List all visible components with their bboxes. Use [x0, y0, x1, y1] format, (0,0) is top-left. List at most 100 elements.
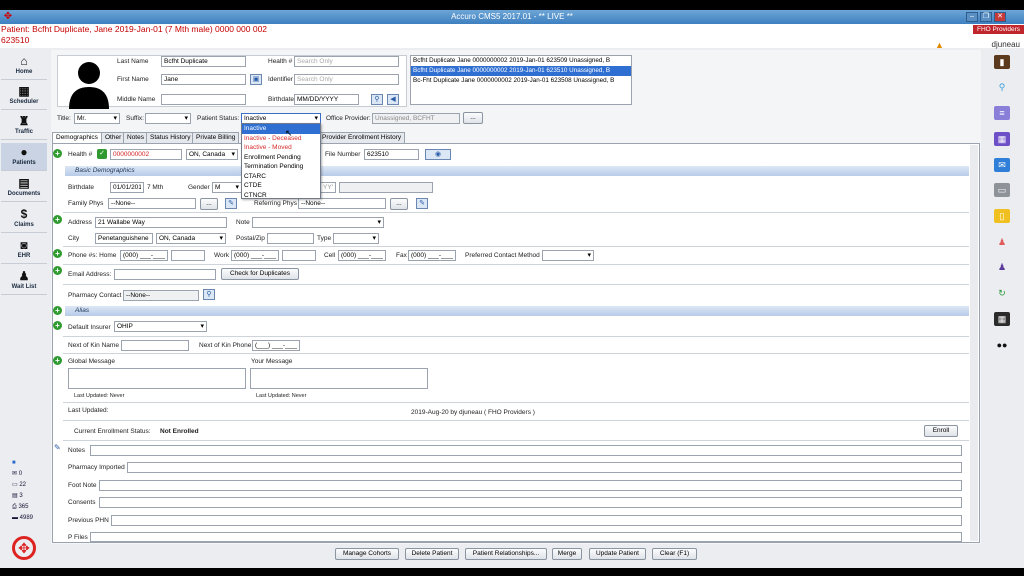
home-phone-input[interactable] [120, 250, 168, 261]
next-of-kin-phone-input[interactable] [252, 340, 300, 351]
health-province-select[interactable]: ON, Canada [186, 149, 238, 160]
nav-scheduler[interactable]: ▦ Scheduler [1, 82, 47, 110]
status-option[interactable]: CTNCR [242, 191, 320, 201]
previous-phn-field[interactable] [111, 515, 962, 526]
speaker-icon[interactable]: ◀ [387, 94, 399, 105]
print-counter[interactable]: ⎙ 365 [12, 502, 48, 513]
note-icon[interactable]: ▯ [994, 209, 1010, 223]
office-provider-input[interactable] [372, 113, 460, 124]
email-input[interactable] [114, 269, 216, 280]
monitor-icon[interactable]: ▭ [994, 183, 1010, 197]
sms-icon[interactable]: ✉ [994, 158, 1010, 172]
file-number-input[interactable] [364, 149, 419, 160]
add-email-icon[interactable]: + [53, 266, 62, 275]
birthdate-search-input[interactable] [294, 94, 359, 105]
address-input[interactable] [95, 217, 227, 228]
message-counter[interactable]: ▭ 22 [12, 480, 48, 491]
minimize-button[interactable]: – [966, 12, 978, 22]
consents-field[interactable] [99, 497, 962, 508]
address-type-select[interactable] [333, 233, 379, 244]
enroll-button[interactable]: Enroll [924, 425, 958, 437]
identifier-input[interactable] [294, 74, 399, 85]
user-search-icon[interactable]: ♟ [994, 260, 1010, 274]
group-icon[interactable]: ●● [994, 338, 1010, 352]
warning-icon[interactable]: ▲ [935, 40, 944, 50]
cell-phone-input[interactable] [338, 250, 386, 261]
your-message-textarea[interactable] [250, 368, 428, 389]
home-ext-input[interactable] [171, 250, 205, 261]
address-note-select[interactable] [252, 217, 384, 228]
date-extra-input[interactable] [339, 182, 433, 193]
nav-wait-list[interactable]: ♟ Wait List [1, 267, 47, 295]
preferred-contact-select[interactable] [542, 250, 594, 261]
task-counter[interactable]: ▤ 3 [12, 491, 48, 502]
list-item[interactable]: Bc-Fht Duplicate Jane 0000000002 2019-Ja… [411, 76, 631, 86]
title-select[interactable]: Mr. [74, 113, 120, 124]
status-option[interactable]: Enrollment Pending [242, 153, 320, 163]
schedule-icon[interactable]: ▦ [994, 312, 1010, 326]
health-number-input[interactable] [110, 149, 182, 160]
patient-relationships-button[interactable]: Patient Relationships... [465, 548, 547, 560]
city-province-select[interactable]: ON, Canada [156, 233, 226, 244]
nav-ehr[interactable]: ◙ EHR [1, 236, 47, 264]
foot-note-field[interactable] [99, 480, 962, 491]
office-provider-browse-button[interactable]: ... [463, 112, 483, 124]
status-option[interactable]: Inactive - Moved [242, 143, 320, 153]
list-item[interactable]: Bcfht Duplicate Jane 0000000002 2019-Jan… [411, 56, 631, 66]
tab-status-history[interactable]: Status History [146, 132, 195, 143]
close-button[interactable]: ✕ [994, 12, 1006, 22]
add-address-icon[interactable]: + [53, 215, 62, 224]
merge-button[interactable]: Merge [552, 548, 582, 560]
tab-provider-enrollment-history[interactable]: Provider Enrollment History [318, 132, 406, 143]
add-insurer-icon[interactable]: + [53, 321, 62, 330]
search-icon[interactable]: ⚲ [994, 80, 1010, 94]
status-option[interactable]: CTARC [242, 172, 320, 182]
vertical-scrollbar[interactable] [970, 145, 978, 541]
work-phone-input[interactable] [231, 250, 279, 261]
pharmacy-imported-field[interactable] [127, 462, 962, 473]
nav-traffic[interactable]: ♜ Traffic [1, 112, 47, 140]
postal-input[interactable] [267, 233, 314, 244]
middle-name-input[interactable] [161, 94, 246, 105]
global-message-textarea[interactable] [68, 368, 246, 389]
add-alias-icon[interactable]: + [53, 306, 62, 315]
city-input[interactable] [95, 233, 153, 244]
manage-cohorts-button[interactable]: Manage Cohorts [335, 548, 399, 560]
calendar-icon[interactable]: ▦ [994, 132, 1010, 146]
list-icon[interactable]: ≡ [994, 106, 1010, 120]
clear-button[interactable]: Clear (F1) [652, 548, 697, 560]
user-remove-icon[interactable]: ♟ [994, 235, 1010, 249]
status-option[interactable]: Inactive [242, 124, 320, 134]
edit-icon[interactable]: ✎ [416, 198, 428, 209]
list-item-selected[interactable]: Bcfht Duplicate Jane 0000000002 2019-Jan… [411, 66, 631, 76]
family-phys-input[interactable] [108, 198, 196, 209]
tab-demographics[interactable]: Demographics [52, 132, 102, 143]
card-scan-icon[interactable]: ◉ [425, 149, 451, 160]
refresh-icon[interactable]: ↻ [994, 286, 1010, 300]
restore-button[interactable]: ❐ [980, 12, 992, 22]
add-health-icon[interactable]: + [53, 149, 62, 158]
status-option[interactable]: Termination Pending [242, 162, 320, 172]
default-insurer-select[interactable]: OHIP [114, 321, 207, 332]
nav-patients[interactable]: ● Patients [1, 143, 47, 171]
mail-counter[interactable]: ✉ 0 [12, 469, 48, 480]
fax-input[interactable] [408, 250, 456, 261]
nav-claims[interactable]: $ Claims [1, 205, 47, 233]
nav-home[interactable]: ⌂ Home [1, 52, 47, 80]
delete-patient-button[interactable]: Delete Patient [405, 548, 459, 560]
gender-select[interactable]: M [212, 182, 242, 193]
add-phone-icon[interactable]: + [53, 249, 62, 258]
search-icon[interactable]: ⚲ [371, 94, 383, 105]
next-of-kin-name-input[interactable] [121, 340, 189, 351]
update-patient-button[interactable]: Update Patient [589, 548, 646, 560]
tab-notes[interactable]: Notes [123, 132, 148, 143]
edit-icon[interactable]: ✎ [225, 198, 237, 209]
check-duplicates-button[interactable]: Check for Duplicates [221, 268, 299, 280]
nav-documents[interactable]: ▤ Documents [1, 174, 47, 202]
book-icon[interactable]: ▮ [994, 55, 1010, 69]
last-name-input[interactable] [161, 56, 246, 67]
p-files-field[interactable] [90, 532, 962, 542]
birthdate-input[interactable] [110, 182, 144, 193]
pharmacy-contact-input[interactable] [123, 290, 199, 301]
yyyy-input[interactable] [320, 182, 336, 193]
